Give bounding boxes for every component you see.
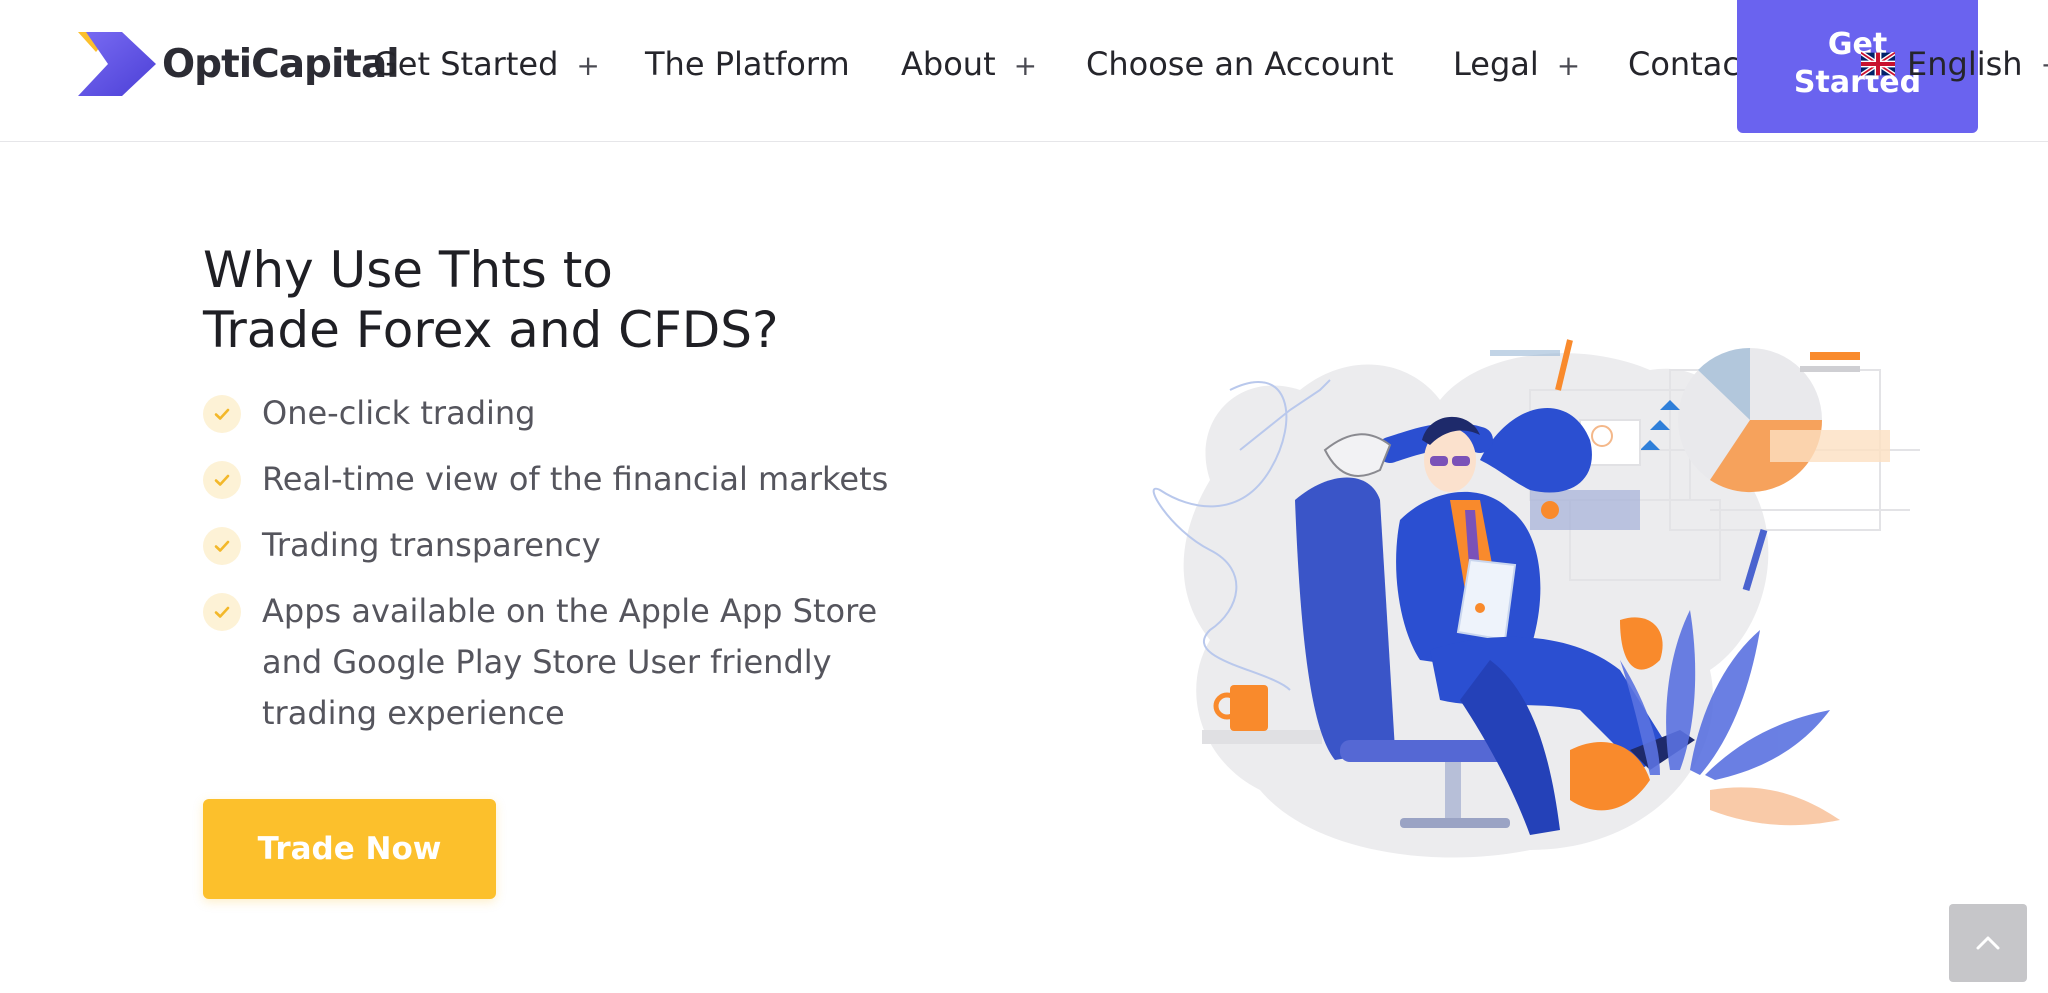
feature-text: Trading transparency: [262, 526, 601, 564]
brand-logo[interactable]: OptiCapital: [78, 32, 400, 96]
chevron-logo-icon: [78, 32, 156, 96]
site-header: OptiCapital Get Started + The Platform Ab…: [0, 0, 2048, 142]
page-title: Why Use Thts to Trade Forex and CFDS?: [203, 240, 1023, 360]
nav-choose-account[interactable]: Choose an Account: [1086, 42, 1394, 86]
back-to-top-button[interactable]: [1949, 904, 2027, 982]
nav-label: Choose an Account: [1086, 45, 1394, 83]
plus-icon[interactable]: +: [1557, 49, 1580, 82]
title-line-1: Why Use Thts to: [203, 241, 613, 299]
language-label: English: [1907, 45, 2023, 83]
nav-get-started[interactable]: Get Started +: [373, 42, 600, 88]
trader-illustration: [1152, 339, 1920, 858]
plus-icon[interactable]: +: [2041, 48, 2048, 81]
feature-text: Real-time view of the financial markets: [262, 460, 889, 498]
feature-text: One-click trading: [262, 394, 536, 432]
nav-label: The Platform: [645, 45, 850, 83]
check-icon: [203, 527, 241, 565]
nav-about[interactable]: About +: [901, 42, 1037, 88]
nav-label: Get Started: [373, 45, 559, 83]
trade-now-label: Trade Now: [257, 831, 442, 867]
check-icon: [203, 395, 241, 433]
nav-the-platform[interactable]: The Platform: [645, 42, 850, 86]
uk-flag-icon: [1861, 52, 1895, 76]
list-item: One-click trading: [203, 388, 923, 439]
chevron-up-icon: [1976, 936, 2000, 950]
nav-label: About: [901, 45, 996, 83]
feature-text: Apps available on the Apple App Store an…: [262, 592, 878, 732]
trade-now-button[interactable]: Trade Now: [203, 799, 496, 899]
check-icon: [203, 593, 241, 631]
check-icon: [203, 461, 241, 499]
plus-icon[interactable]: +: [1014, 49, 1037, 82]
feature-list: One-click trading Real-time view of the …: [203, 388, 923, 754]
nav-legal[interactable]: Legal +: [1453, 42, 1580, 88]
plus-icon[interactable]: +: [576, 49, 599, 82]
language-selector[interactable]: English +: [1861, 42, 2048, 86]
list-item: Apps available on the Apple App Store an…: [203, 586, 923, 739]
list-item: Trading transparency: [203, 520, 923, 571]
list-item: Real-time view of the financial markets: [203, 454, 923, 505]
nav-label: Legal: [1453, 45, 1539, 83]
brand-name: OptiCapital: [162, 42, 400, 87]
title-line-2: Trade Forex and CFDS?: [203, 301, 779, 359]
